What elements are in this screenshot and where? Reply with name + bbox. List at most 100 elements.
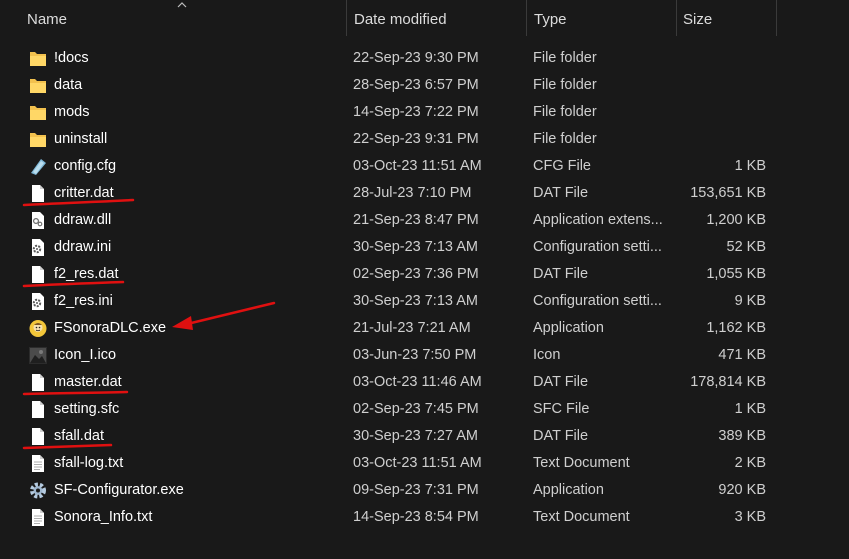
file-type: Text Document <box>533 455 630 471</box>
file-type: Application <box>533 482 604 498</box>
config-file-icon <box>28 157 48 176</box>
file-row[interactable]: master.dat 03-Oct-23 11:46 AM DAT File 178,… <box>18 369 778 396</box>
file-date-modified: 03-Oct-23 11:51 AM <box>353 455 482 471</box>
file-date-modified: 28-Sep-23 6:57 PM <box>353 77 479 93</box>
file-size: 1 KB <box>734 158 766 174</box>
file-row[interactable]: ddraw.ini 30-Sep-23 7:13 AM Configuration … <box>18 234 778 261</box>
blank-file-icon <box>28 427 48 446</box>
column-divider[interactable] <box>776 0 777 36</box>
gear-icon <box>28 481 48 500</box>
file-type: DAT File <box>533 266 589 282</box>
file-name: Sonora_Info.txt <box>54 509 153 525</box>
file-name: f2_res.ini <box>54 293 113 309</box>
file-date-modified: 02-Sep-23 7:36 PM <box>353 266 479 282</box>
file-type: File folder <box>533 50 597 66</box>
file-row[interactable]: critter.dat 28-Jul-23 7:10 PM DAT File 153,… <box>18 180 778 207</box>
file-size: 1,200 KB <box>706 212 766 228</box>
file-date-modified: 21-Jul-23 7:21 AM <box>353 320 471 336</box>
file-date-modified: 09-Sep-23 7:31 PM <box>353 482 479 498</box>
file-row[interactable]: setting.sfc 02-Sep-23 7:45 PM SFC File 1 KB <box>18 396 778 423</box>
file-name: FSonoraDLC.exe <box>54 320 167 336</box>
file-type: Text Document <box>533 509 630 525</box>
file-row[interactable]: ddraw.dll 21-Sep-23 8:47 PM Application ex… <box>18 207 778 234</box>
file-name: mods <box>54 104 90 120</box>
file-type: Configuration setti... <box>533 239 662 255</box>
column-header-size[interactable]: Size <box>676 0 776 40</box>
file-name: Icon_I.ico <box>54 347 117 363</box>
file-row[interactable]: sfall.dat 30-Sep-23 7:27 AM DAT File 389 KB <box>18 423 778 450</box>
file-name: f2_res.dat <box>54 266 119 282</box>
file-size: 52 KB <box>726 239 767 255</box>
file-date-modified: 21-Sep-23 8:47 PM <box>353 212 479 228</box>
file-type: Application extens... <box>533 212 663 228</box>
file-date-modified: 03-Oct-23 11:51 AM <box>353 158 482 174</box>
vault-boy-app-icon <box>28 319 48 338</box>
text-file-icon <box>28 508 48 527</box>
file-date-modified: 22-Sep-23 9:31 PM <box>353 131 479 147</box>
file-date-modified: 22-Sep-23 9:30 PM <box>353 50 479 66</box>
file-date-modified: 03-Oct-23 11:46 AM <box>353 374 482 390</box>
file-name: critter.dat <box>54 185 114 201</box>
file-type: Application <box>533 320 604 336</box>
dll-file-icon <box>28 211 48 230</box>
file-size: 1,055 KB <box>706 266 766 282</box>
image-icon <box>28 346 48 365</box>
file-type: DAT File <box>533 185 589 201</box>
file-size: 9 KB <box>734 293 766 309</box>
file-name: data <box>54 77 83 93</box>
column-header-name[interactable]: Name <box>18 0 346 40</box>
file-row[interactable]: sfall-log.txt 03-Oct-23 11:51 AM Text Docu… <box>18 450 778 477</box>
file-row[interactable]: data 28-Sep-23 6:57 PM File folder <box>18 72 778 99</box>
file-size: 471 KB <box>718 347 766 363</box>
file-size: 153,651 KB <box>690 185 766 201</box>
file-type: DAT File <box>533 374 589 390</box>
file-date-modified: 14-Sep-23 7:22 PM <box>353 104 479 120</box>
file-row[interactable]: f2_res.ini 30-Sep-23 7:13 AM Configuration… <box>18 288 778 315</box>
blank-file-icon <box>28 184 48 203</box>
file-name: !docs <box>54 50 89 66</box>
file-date-modified: 02-Sep-23 7:45 PM <box>353 401 479 417</box>
file-size: 2 KB <box>734 455 766 471</box>
file-name: master.dat <box>54 374 122 390</box>
file-date-modified: 03-Jun-23 7:50 PM <box>353 347 477 363</box>
text-file-icon <box>28 454 48 473</box>
file-date-modified: 14-Sep-23 8:54 PM <box>353 509 479 525</box>
folder-icon <box>28 103 48 122</box>
file-row[interactable]: mods 14-Sep-23 7:22 PM File folder <box>18 99 778 126</box>
settings-file-icon <box>28 238 48 257</box>
column-header-date-modified[interactable]: Date modified <box>346 0 526 40</box>
blank-file-icon <box>28 265 48 284</box>
file-explorer: Name Date modified Type Size !docs 22-Sep… <box>0 0 849 559</box>
file-date-modified: 28-Jul-23 7:10 PM <box>353 185 472 201</box>
column-header-type[interactable]: Type <box>526 0 676 40</box>
file-row[interactable]: FSonoraDLC.exe 21-Jul-23 7:21 AM Applicati… <box>18 315 778 342</box>
file-type: DAT File <box>533 428 589 444</box>
file-size: 920 KB <box>718 482 766 498</box>
file-name: sfall.dat <box>54 428 104 444</box>
file-row[interactable]: config.cfg 03-Oct-23 11:51 AM CFG File 1 KB <box>18 153 778 180</box>
file-type: File folder <box>533 131 597 147</box>
file-type: Icon <box>533 347 561 363</box>
file-size: 3 KB <box>734 509 766 525</box>
file-name: sfall-log.txt <box>54 455 124 471</box>
file-row[interactable]: f2_res.dat 02-Sep-23 7:36 PM DAT File 1,055… <box>18 261 778 288</box>
file-name: setting.sfc <box>54 401 120 417</box>
folder-icon <box>28 130 48 149</box>
settings-file-icon <box>28 292 48 311</box>
file-row[interactable]: SF-Configurator.exe 09-Sep-23 7:31 PM Appl… <box>18 477 778 504</box>
file-size: 389 KB <box>718 428 766 444</box>
file-size: 1,162 KB <box>706 320 766 336</box>
file-date-modified: 30-Sep-23 7:27 AM <box>353 428 478 444</box>
blank-file-icon <box>28 373 48 392</box>
file-name: ddraw.dll <box>54 212 112 228</box>
file-row[interactable]: uninstall 22-Sep-23 9:31 PM File folder <box>18 126 778 153</box>
file-type: SFC File <box>533 401 590 417</box>
file-date-modified: 30-Sep-23 7:13 AM <box>353 239 478 255</box>
file-type: File folder <box>533 77 597 93</box>
file-row[interactable]: !docs 22-Sep-23 9:30 PM File folder <box>18 45 778 72</box>
file-row[interactable]: Sonora_Info.txt 14-Sep-23 8:54 PM Text Doc… <box>18 504 778 531</box>
file-row[interactable]: Icon_I.ico 03-Jun-23 7:50 PM Icon 471 KB <box>18 342 778 369</box>
file-name: config.cfg <box>54 158 117 174</box>
file-size: 1 KB <box>734 401 766 417</box>
file-name: uninstall <box>54 131 108 147</box>
